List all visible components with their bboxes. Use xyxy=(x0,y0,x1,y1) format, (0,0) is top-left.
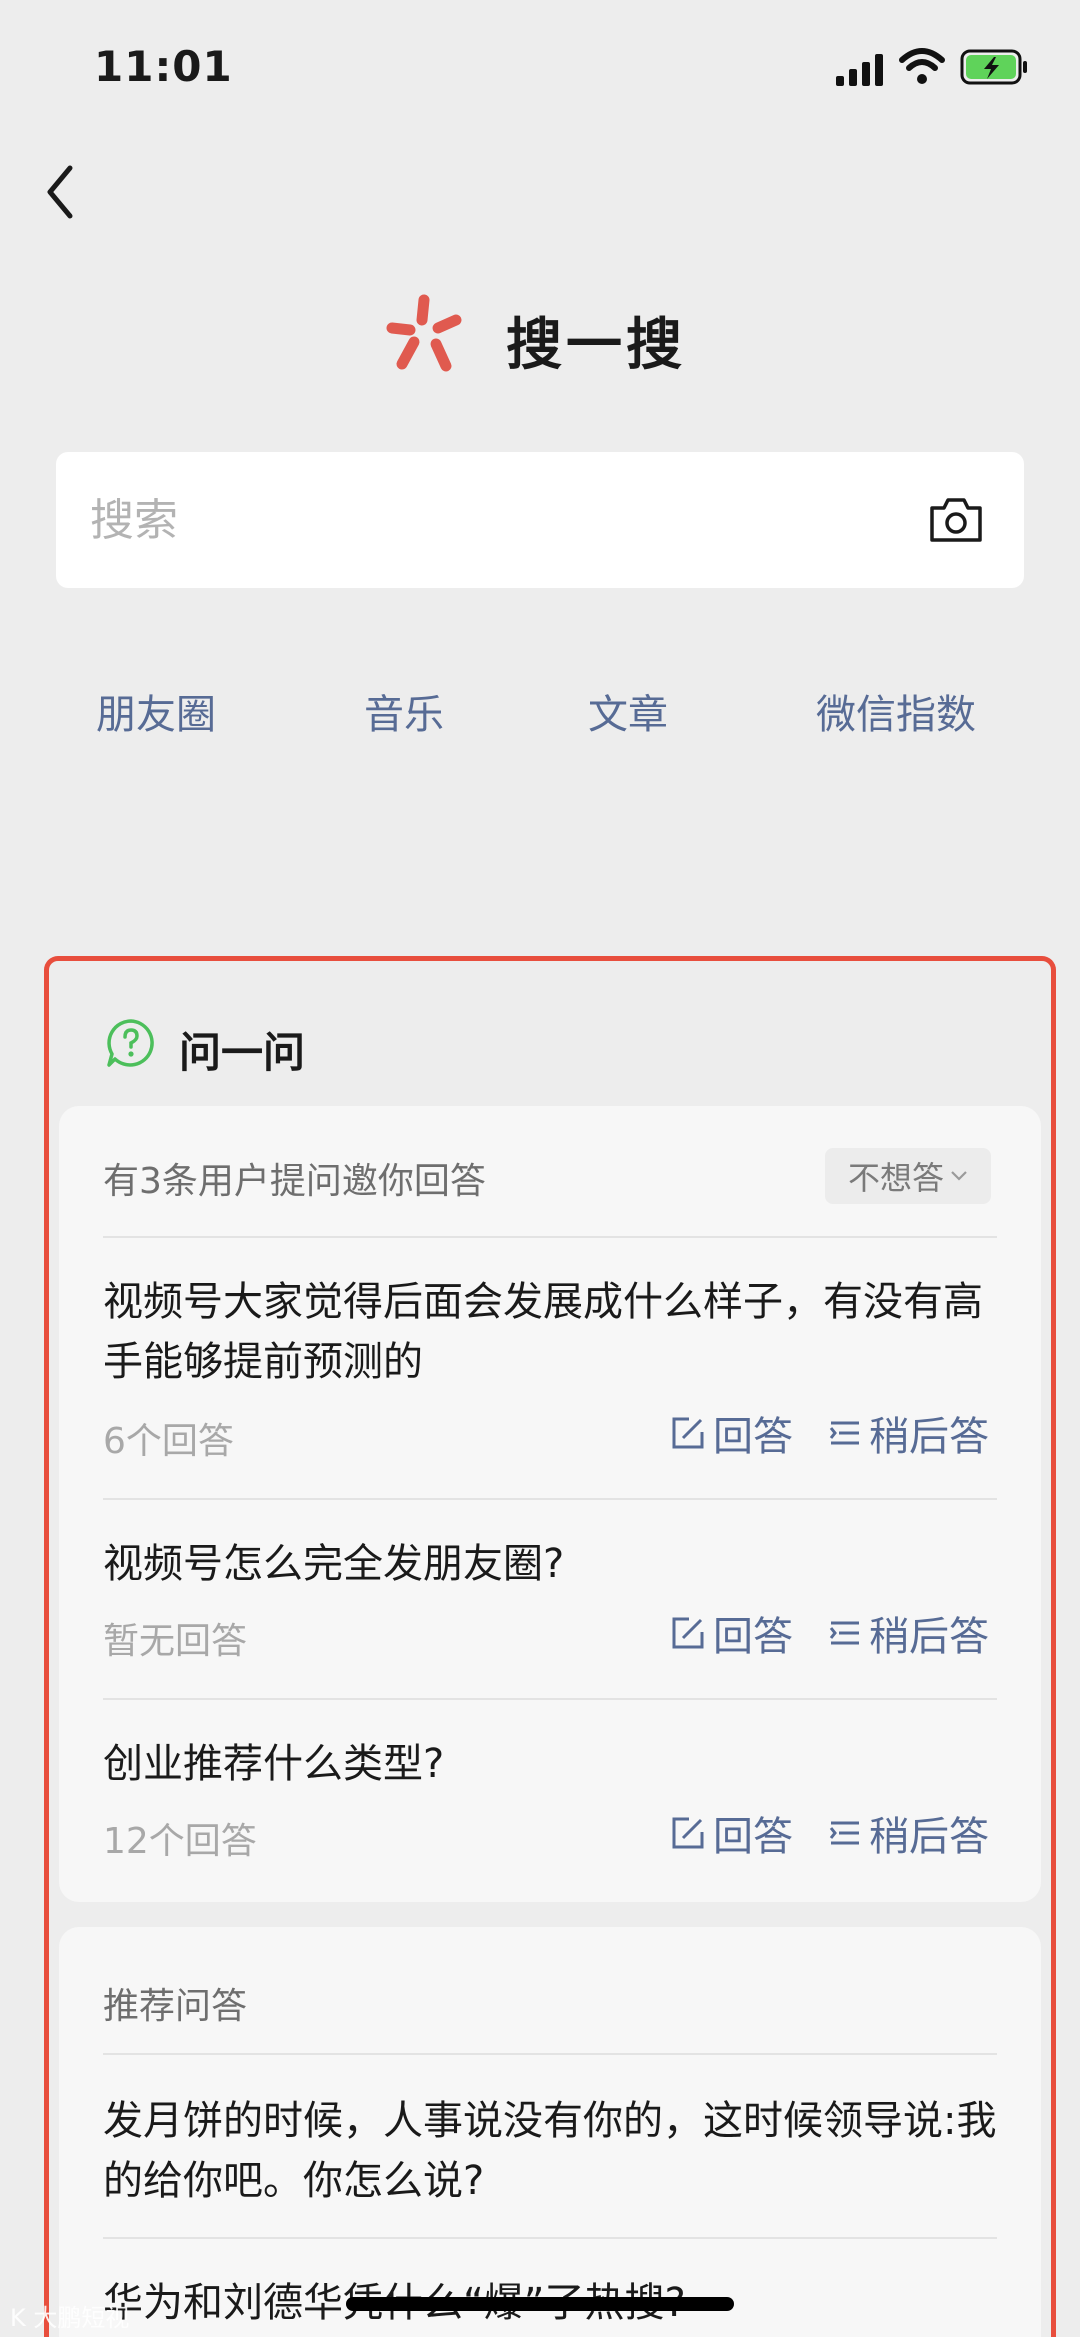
answer-later-button[interactable]: 稍后答 xyxy=(825,1408,989,1460)
recommend-label: 推荐问答 xyxy=(103,1986,248,2027)
list-later-icon xyxy=(829,1421,859,1445)
list-later-icon xyxy=(829,1821,859,1845)
search-page: 11:01 搜一搜 搜索 朋友圈 音乐 文章 微信指数 问一问 有3条用户提问邀… xyxy=(0,0,1080,2337)
decline-button[interactable]: 不想答 xyxy=(825,1148,991,1204)
answer-button[interactable]: 回答 xyxy=(669,1808,793,1860)
question-text[interactable]: 视频号怎么完全发朋友圈? xyxy=(103,1534,1003,1594)
chevron-down-icon xyxy=(951,1171,967,1181)
signal-icon xyxy=(836,54,883,86)
edit-icon xyxy=(672,1417,704,1449)
sousou-logo-icon xyxy=(386,294,462,372)
later-label: 稍后答 xyxy=(869,1414,989,1460)
answer-button[interactable]: 回答 xyxy=(669,1408,793,1460)
answer-count: 暂无回答 xyxy=(103,1621,248,1662)
watermark: K 大鹏短视 xyxy=(10,2304,130,2332)
search-box[interactable] xyxy=(56,452,1024,588)
list-later-icon xyxy=(829,1621,859,1645)
ask-section: 问一问 有3条用户提问邀你回答 不想答 视频号大家觉得后面会发展成什么样子，有没… xyxy=(44,956,1056,2337)
quick-link-music[interactable]: 音乐 xyxy=(364,682,444,740)
later-label: 稍后答 xyxy=(869,1614,989,1660)
answer-label: 回答 xyxy=(713,1414,793,1460)
divider xyxy=(103,2237,997,2239)
wifi-icon xyxy=(899,48,945,84)
answer-count: 6个回答 xyxy=(103,1421,234,1462)
battery-charging-icon xyxy=(960,49,1027,85)
quick-link-moments[interactable]: 朋友圈 xyxy=(96,682,216,740)
camera-icon[interactable] xyxy=(926,492,986,548)
divider xyxy=(103,2053,997,2055)
divider xyxy=(103,1236,997,1238)
recommend-card: 推荐问答 发月饼的时候，人事说没有你的，这时候领导说:我的给你吧。你怎么说? 华… xyxy=(59,1927,1041,2337)
status-time: 11:01 xyxy=(94,42,233,91)
recommend-item[interactable]: 发月饼的时候，人事说没有你的，这时候领导说:我的给你吧。你怎么说? xyxy=(103,2091,1003,2211)
ask-title: 问一问 xyxy=(179,1028,306,1077)
quick-link-wechat-index[interactable]: 微信指数 xyxy=(816,682,976,740)
sousou-brand: 搜一搜 xyxy=(0,280,1080,390)
decline-label: 不想答 xyxy=(847,1159,944,1197)
answer-later-button[interactable]: 稍后答 xyxy=(825,1808,989,1860)
status-bar: 11:01 xyxy=(0,0,1080,130)
back-arrow-icon[interactable] xyxy=(40,160,84,224)
edit-icon xyxy=(672,1617,704,1649)
invite-label: 有3条用户提问邀你回答 xyxy=(103,1161,486,1202)
answer-button[interactable]: 回答 xyxy=(669,1608,793,1660)
answer-label: 回答 xyxy=(713,1614,793,1660)
invite-card: 有3条用户提问邀你回答 不想答 视频号大家觉得后面会发展成什么样子，有没有高手能… xyxy=(59,1106,1041,1902)
question-text[interactable]: 创业推荐什么类型? xyxy=(103,1734,1003,1794)
search-input[interactable] xyxy=(90,486,890,554)
brand-title: 搜一搜 xyxy=(506,313,686,378)
answer-label: 回答 xyxy=(713,1814,793,1860)
home-indicator[interactable] xyxy=(346,2297,734,2311)
answer-later-button[interactable]: 稍后答 xyxy=(825,1608,989,1660)
question-bubble-icon xyxy=(107,1019,154,1067)
edit-icon xyxy=(672,1817,704,1849)
quick-link-articles[interactable]: 文章 xyxy=(588,682,668,740)
divider xyxy=(103,1498,997,1500)
later-label: 稍后答 xyxy=(869,1814,989,1860)
question-text[interactable]: 视频号大家觉得后面会发展成什么样子，有没有高手能够提前预测的 xyxy=(103,1272,1003,1392)
answer-count: 12个回答 xyxy=(103,1821,257,1862)
divider xyxy=(103,1698,997,1700)
